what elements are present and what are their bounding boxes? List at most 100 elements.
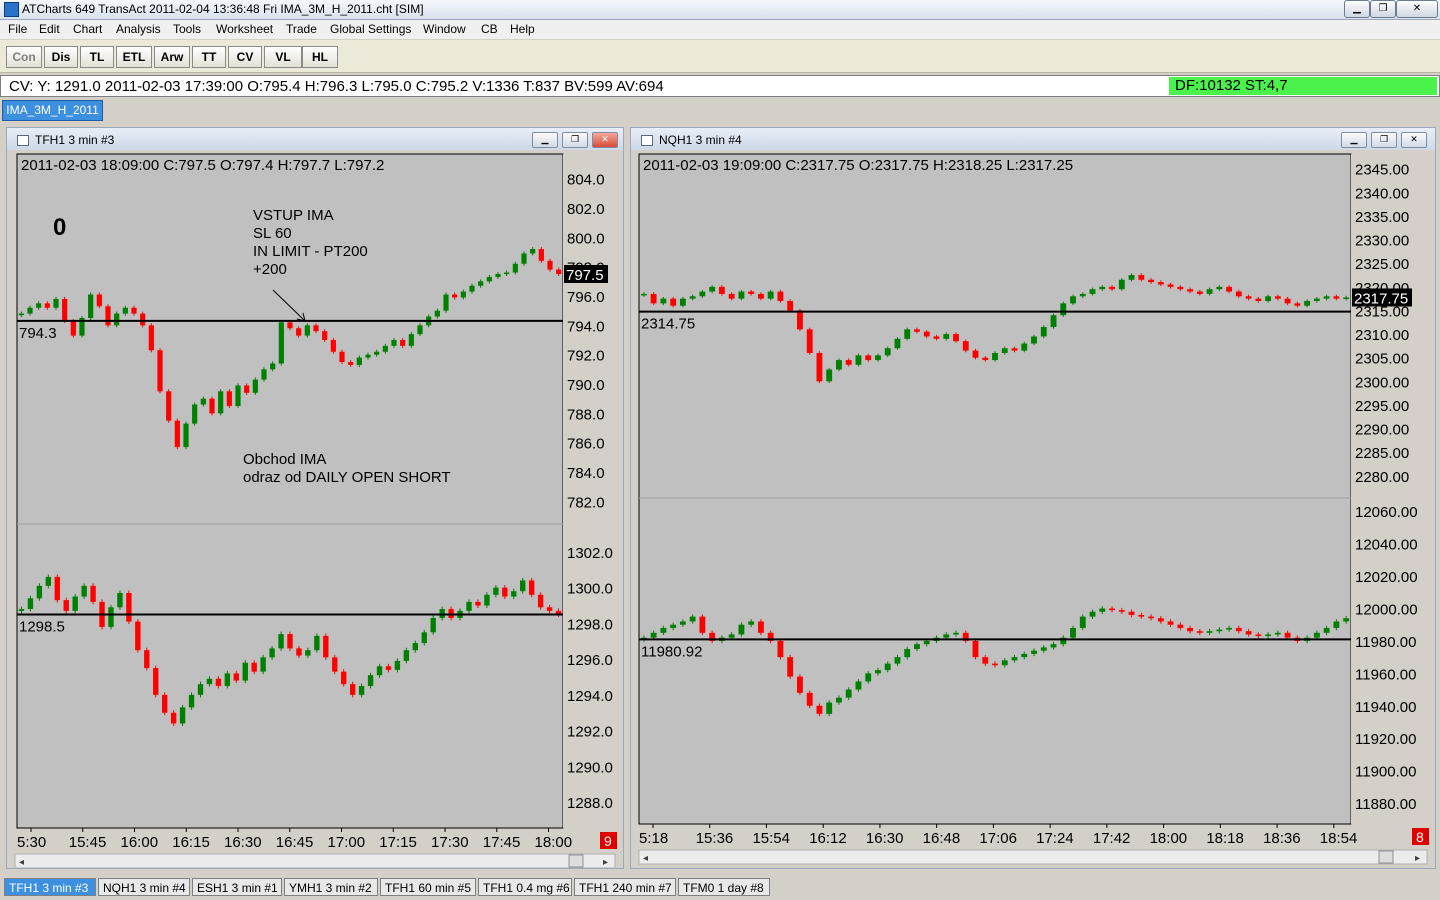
restore-icon[interactable]: ❐ [1370, 0, 1396, 18]
entry-note: SL 60 [253, 225, 292, 242]
candle-body [748, 621, 755, 625]
scroll-right-icon: ▸ [1415, 853, 1420, 864]
y-tick-label: 11940.00 [1355, 699, 1416, 716]
candle-body [679, 621, 686, 625]
candle-body [1245, 296, 1252, 299]
chart-window-tfh1[interactable]: TFH1 3 min #3 ▁ ❐ ✕ 2011-02-03 18:09:00 … [6, 127, 624, 869]
tl-button[interactable]: TL [80, 46, 114, 68]
candle-body [1118, 279, 1125, 290]
candle-body [1216, 286, 1223, 290]
candle-body [224, 673, 231, 686]
candle-body [1167, 284, 1174, 287]
chart-window-nqh1[interactable]: NQH1 3 min #4 ▁ ❐ ✕ 2011-02-03 19:09:00 … [630, 127, 1436, 869]
etl-button[interactable]: ETL [116, 46, 152, 68]
dis-button[interactable]: Dis [44, 46, 78, 68]
candle-body [478, 281, 484, 286]
last-price-label: 2317.75 [1354, 290, 1408, 307]
candle-body [511, 591, 517, 597]
candle-body [1226, 286, 1233, 292]
menu-worksheet[interactable]: Worksheet [216, 22, 273, 36]
candle-body [469, 285, 475, 292]
close-icon[interactable]: ✕ [1401, 132, 1427, 148]
workspace: TFH1 3 min #3 ▁ ❐ ✕ 2011-02-03 18:09:00 … [0, 121, 1440, 875]
menu-file[interactable]: File [8, 22, 27, 36]
tab-tfh1-60min[interactable]: TFH1 60 min #5 [380, 878, 476, 896]
menu-cb[interactable]: CB [481, 22, 498, 36]
tfh1-chart[interactable]: 2011-02-03 18:09:00 C:797.5 O:797.4 H:79… [7, 150, 623, 868]
menu-analysis[interactable]: Analysis [116, 22, 161, 36]
candle-body [484, 594, 490, 606]
candle-body [260, 657, 266, 672]
nqh1-chart[interactable]: 2011-02-03 19:09:00 C:2317.75 O:2317.75 … [631, 150, 1435, 868]
minimize-icon[interactable]: ▁ [1341, 132, 1367, 148]
daily-open-label: 2314.75 [641, 316, 695, 333]
vl-button[interactable]: VL [264, 46, 302, 68]
workspace-tab[interactable]: IMA_3M_H_2011 [2, 100, 103, 121]
menu-window[interactable]: Window [423, 22, 466, 36]
x-tick-label: 16:30 [224, 834, 262, 851]
candle-body [430, 618, 436, 633]
hl-button[interactable]: HL [302, 46, 338, 68]
candle-body [728, 634, 735, 638]
candle-body [914, 329, 920, 332]
tab-esh1-3min[interactable]: ESH1 3 min #1 [192, 878, 282, 896]
candle-body [206, 678, 213, 685]
candle-body [341, 671, 347, 685]
close-icon[interactable]: ✕ [1396, 0, 1438, 18]
candle-body [1323, 296, 1330, 299]
y-tick-label: 12020.00 [1355, 569, 1418, 586]
candle-body [251, 662, 257, 672]
restore-icon[interactable]: ❐ [1371, 132, 1397, 148]
trade-note: odraz od DAILY OPEN SHORT [243, 469, 451, 486]
chart-window-header: NQH1 3 min #4 ▁ ❐ ✕ [631, 128, 1435, 150]
minimize-icon[interactable]: ▁ [1344, 0, 1370, 18]
tt-button[interactable]: TT [192, 46, 226, 68]
minimize-icon[interactable]: ▁ [532, 132, 558, 148]
tab-tfm0-1day[interactable]: TFM0 1 day #8 [678, 878, 770, 896]
candle-body [209, 398, 215, 414]
candle-body [1333, 621, 1340, 628]
tab-ymh1-3min[interactable]: YMH1 3 min #2 [284, 878, 378, 896]
menu-trade[interactable]: Trade [286, 22, 317, 36]
y-tick-label: 782.0 [567, 494, 605, 511]
x-tick-label: 17:06 [979, 830, 1017, 847]
menu-edit[interactable]: Edit [39, 22, 60, 36]
x-tick-label: 16:15 [172, 834, 210, 851]
close-icon[interactable]: ✕ [592, 132, 618, 148]
candle-body [1177, 624, 1184, 628]
candle-body [157, 350, 163, 392]
tab-tfh1-240min[interactable]: TFH1 240 min #7 [574, 878, 676, 896]
cv-button[interactable]: CV [228, 46, 262, 68]
con-button[interactable]: Con [6, 46, 42, 68]
x-tick-label: 5:18 [639, 830, 668, 847]
candle-body [1177, 286, 1184, 290]
candle-body [296, 328, 302, 336]
menu-help[interactable]: Help [510, 22, 535, 36]
candle-body [1245, 631, 1252, 635]
y-tick-label: 2290.00 [1355, 422, 1409, 439]
menu-global-settings[interactable]: Global Settings [330, 22, 411, 36]
candle-body [806, 692, 813, 706]
tab-tfh1-mg[interactable]: TFH1 0.4 mg #6 [478, 878, 572, 896]
candle-body [528, 580, 535, 595]
horizontal-scrollbar [638, 849, 1428, 865]
candle-body [699, 616, 706, 633]
menu-tools[interactable]: Tools [173, 22, 201, 36]
candle-body [982, 657, 989, 664]
y-tick-label: 12060.00 [1355, 504, 1418, 521]
y-tick-label: 784.0 [567, 465, 605, 482]
candle-body [816, 705, 823, 714]
candle-body [1313, 632, 1320, 638]
restore-icon[interactable]: ❐ [562, 132, 588, 148]
candle-body [1060, 303, 1067, 316]
candle-body [738, 624, 745, 635]
candle-body [943, 334, 950, 339]
tab-nqh1-3min[interactable]: NQH1 3 min #4 [98, 878, 190, 896]
tab-tfh1-3min[interactable]: TFH1 3 min #3 [4, 878, 96, 896]
candle-body [1001, 348, 1008, 353]
candle-body [670, 298, 677, 306]
candle-body [943, 634, 950, 638]
arw-button[interactable]: Arw [154, 46, 190, 68]
candle-body [486, 276, 492, 282]
menu-chart[interactable]: Chart [73, 22, 102, 36]
